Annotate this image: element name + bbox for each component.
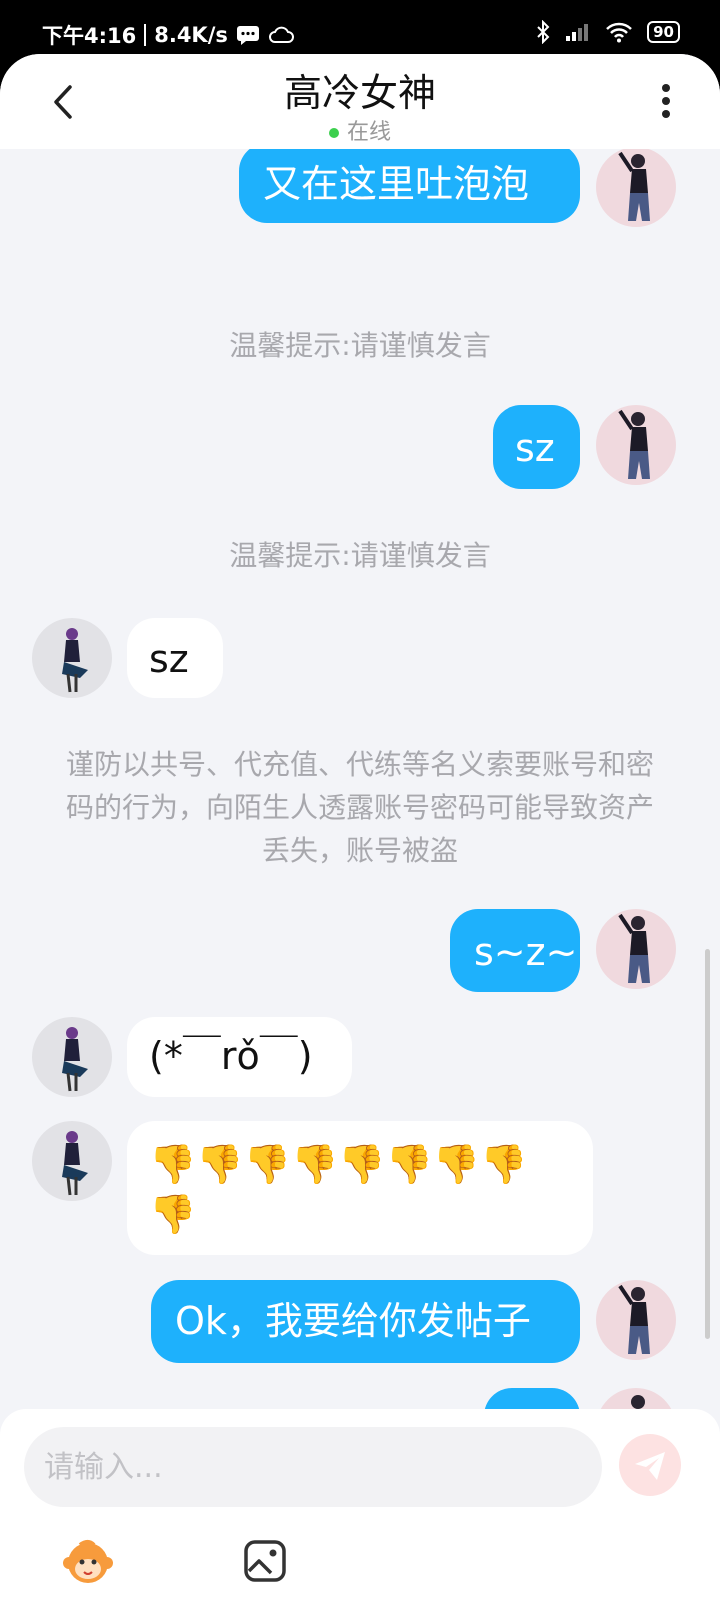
message-bubble-outgoing[interactable]: 又在这里吐泡泡 — [239, 149, 580, 223]
contact-avatar[interactable] — [32, 1121, 112, 1201]
wifi-icon — [606, 22, 633, 43]
avatar-figure-icon — [618, 1284, 650, 1354]
battery-indicator: 90 — [647, 21, 680, 43]
status-network-speed: 8.4K/s — [154, 23, 228, 47]
message-text: sz — [515, 426, 555, 470]
message-text: Ok，我要给你发帖子 — [175, 1299, 531, 1343]
warning-notice: 温馨提示:请谨慎发言 — [229, 539, 491, 572]
more-options-icon[interactable] — [662, 84, 672, 124]
status-separator — [144, 24, 147, 46]
composer-bar — [0, 1409, 720, 1600]
avatar-figure-icon — [62, 1027, 88, 1092]
scrollbar[interactable] — [705, 949, 710, 1339]
warning-notice: 温馨提示:请谨慎发言 — [229, 329, 491, 362]
security-notice: 谨防以共号、代充值、代练等名义索要账号和密码的行为，向陌生人透露账号密码可能导致… — [65, 748, 654, 867]
message-bubble-outgoing[interactable]: sz — [493, 405, 580, 489]
online-status: 在线 — [0, 114, 720, 146]
message-bubble-outgoing[interactable]: Ok，我要给你发帖子 — [151, 1280, 580, 1363]
bluetooth-icon — [537, 20, 550, 44]
send-button[interactable] — [619, 1434, 681, 1496]
message-bubble-incoming[interactable]: sz — [127, 618, 223, 698]
message-text: 👎👎👎👎👎👎👎👎 — [149, 1142, 528, 1186]
online-status-label: 在线 — [346, 120, 391, 145]
message-text: sz — [149, 637, 189, 681]
message-text: (*￣rǒ￣) — [149, 1034, 313, 1078]
avatar-figure-icon — [62, 1131, 88, 1196]
message-input[interactable] — [24, 1427, 602, 1507]
avatar-figure-icon — [618, 913, 650, 983]
message-text: 又在这里吐泡泡 — [263, 162, 530, 206]
message-list[interactable]: 又在这里吐泡泡 温馨提示:请谨慎发言 sz 温馨提示:请谨慎发言 sz 谨防以共… — [0, 149, 720, 1439]
chat-screen: 高冷女神 在线 又在这里吐泡泡 温馨提示:请谨慎发言 sz 温馨提示:请谨慎发言… — [0, 54, 720, 1600]
message-bubble-outgoing[interactable]: s~z~ — [450, 909, 580, 992]
my-avatar[interactable] — [596, 909, 676, 989]
cloud-icon — [268, 26, 294, 43]
message-bubble-incoming[interactable]: 👎👎👎👎👎👎👎👎 👎 — [127, 1121, 593, 1255]
message-bubble-incoming[interactable]: (*￣rǒ￣) — [127, 1017, 352, 1097]
my-avatar[interactable] — [596, 1280, 676, 1360]
image-icon[interactable] — [243, 1539, 287, 1583]
my-avatar[interactable] — [596, 405, 676, 485]
message-text: 👎 — [149, 1192, 197, 1236]
status-time: 下午4:16 — [42, 24, 137, 48]
avatar-figure-icon — [618, 151, 650, 221]
message-text: s~z~ — [474, 930, 578, 974]
avatar-figure-icon — [62, 628, 88, 693]
avatar-figure-icon — [618, 409, 650, 479]
contact-avatar[interactable] — [32, 1017, 112, 1097]
my-avatar[interactable] — [596, 149, 676, 227]
send-icon — [635, 1452, 665, 1480]
monkey-emoji-icon[interactable] — [60, 1537, 116, 1587]
message-notification-icon — [236, 26, 259, 45]
chat-header: 高冷女神 在线 — [0, 54, 720, 149]
chat-title: 高冷女神 — [283, 71, 436, 115]
online-dot — [328, 128, 339, 138]
signal-icon — [566, 24, 589, 41]
contact-avatar[interactable] — [32, 618, 112, 698]
